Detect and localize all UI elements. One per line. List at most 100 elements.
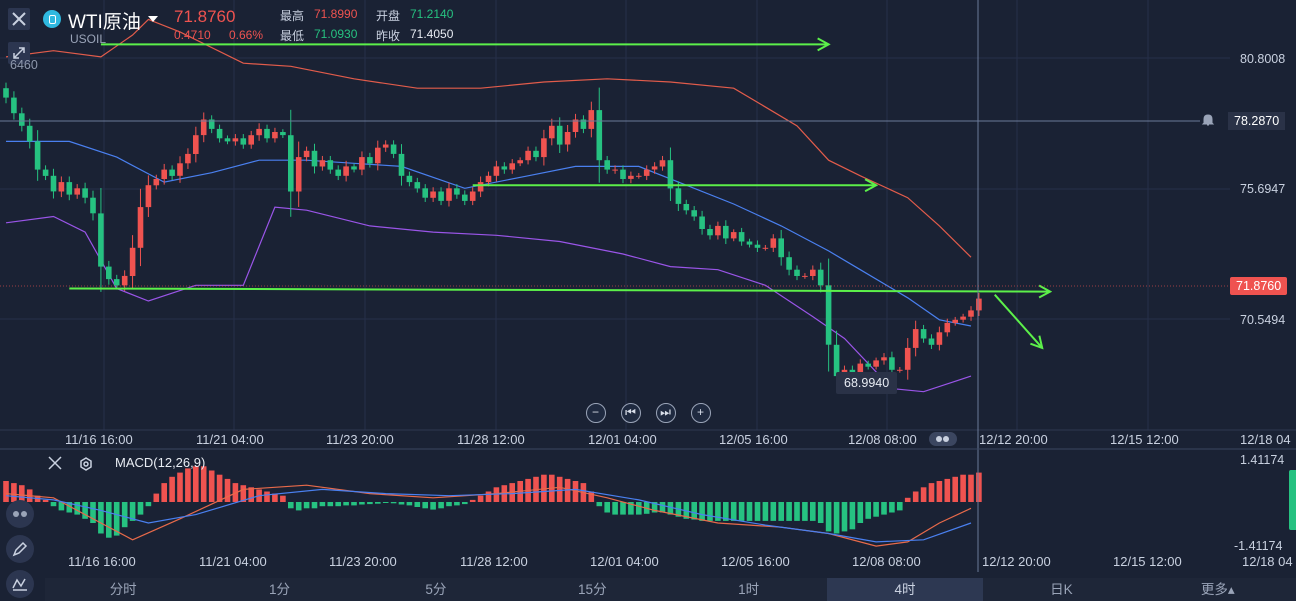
close-button[interactable] xyxy=(8,8,30,30)
candle-up xyxy=(517,160,523,164)
macd-histogram-bar xyxy=(889,502,895,513)
candle-down xyxy=(327,160,334,170)
pencil-icon[interactable] xyxy=(6,535,34,563)
macd-histogram-bar xyxy=(477,495,484,502)
zoom-out-button[interactable]: − xyxy=(586,403,606,423)
macd-histogram-bar xyxy=(849,502,856,530)
macd-histogram-bar xyxy=(604,502,610,513)
macd-close-icon[interactable] xyxy=(48,456,62,470)
chevron-down-icon[interactable] xyxy=(148,16,158,22)
tab-5m[interactable]: 5分 xyxy=(358,578,514,601)
macd-histogram-bar xyxy=(303,502,310,509)
price-chart[interactable] xyxy=(0,0,1296,601)
candle-down xyxy=(817,269,824,286)
macd-histogram-bar xyxy=(98,502,104,534)
macd-histogram-bar xyxy=(596,502,603,507)
candle-down xyxy=(50,175,57,192)
candle-down xyxy=(723,225,729,239)
candle-down xyxy=(604,160,610,170)
time-tick: 11/23 20:00 xyxy=(326,432,394,447)
candle-up xyxy=(509,163,515,170)
candle-up xyxy=(810,269,816,276)
macd-time-tick: 12/12 20:00 xyxy=(982,554,1051,569)
candle-down xyxy=(920,329,927,339)
candle-up xyxy=(952,319,958,323)
candle-up xyxy=(469,191,476,201)
candle-up xyxy=(319,160,326,167)
trendline xyxy=(994,294,1042,348)
candle-down xyxy=(351,166,357,170)
macd-histogram-bar xyxy=(620,502,626,515)
candle-down xyxy=(113,279,120,286)
candle-up xyxy=(295,157,302,192)
candle-down xyxy=(335,169,341,176)
tab-fenshi[interactable]: 分时 xyxy=(45,578,201,601)
jump-to-end-button[interactable]: ⏭ xyxy=(656,403,676,423)
macd-histogram-bar xyxy=(976,472,982,502)
macd-settings-icon[interactable] xyxy=(79,457,93,471)
macd-histogram-bar xyxy=(920,487,927,502)
macd-histogram-bar xyxy=(121,502,128,528)
candle-up xyxy=(359,157,365,170)
candle-up xyxy=(762,247,769,249)
macd-histogram-bar xyxy=(224,478,231,502)
candle-up xyxy=(612,169,618,171)
tab-1h[interactable]: 1时 xyxy=(671,578,827,601)
bell-icon[interactable] xyxy=(1201,113,1215,127)
candle-down xyxy=(224,138,231,142)
candle-down xyxy=(438,191,444,201)
macd-histogram-bar xyxy=(200,466,207,502)
candle-up xyxy=(944,322,951,333)
candle-up xyxy=(715,225,721,236)
tab-more[interactable]: 更多▴ xyxy=(1140,578,1296,601)
macd-histogram-bar xyxy=(351,502,357,506)
macd-histogram-bar xyxy=(556,476,563,502)
axis-label-top: 80.8008 xyxy=(1240,52,1286,66)
macd-histogram-bar xyxy=(469,499,476,502)
macd-histogram-bar xyxy=(446,502,452,507)
price-change-percent: 0.66% xyxy=(229,28,264,42)
axis-label-mid: 75.6947 xyxy=(1240,182,1286,196)
candle-down xyxy=(19,113,25,126)
macd-histogram-bar xyxy=(588,491,595,502)
prev-close-value: 71.4050 xyxy=(410,27,454,41)
tab-4h[interactable]: 4时 xyxy=(826,578,984,601)
macd-time-tick: 12/01 04:00 xyxy=(590,554,659,569)
indicator-tool-icon[interactable] xyxy=(6,500,34,528)
tab-1m[interactable]: 1分 xyxy=(201,578,357,601)
jump-to-start-button[interactable]: ⏮ xyxy=(621,403,641,423)
macd-histogram-bar xyxy=(422,502,428,509)
macd-histogram-bar xyxy=(762,502,769,521)
zoom-in-button[interactable]: + xyxy=(691,403,711,423)
candle-down xyxy=(707,229,713,236)
tab-15m[interactable]: 15分 xyxy=(514,578,670,601)
candle-up xyxy=(770,238,777,248)
macd-histogram-bar xyxy=(928,483,935,502)
time-tick: 12/18 04 xyxy=(1240,432,1291,447)
candle-up xyxy=(659,160,666,167)
more-dots-icon[interactable] xyxy=(929,432,957,446)
macd-histogram-bar xyxy=(50,502,57,507)
open-value: 71.2140 xyxy=(410,7,454,21)
candle-down xyxy=(280,132,286,136)
tab-daily[interactable]: 日K xyxy=(983,578,1139,601)
wave-tool-icon[interactable] xyxy=(6,570,34,598)
candle-down xyxy=(691,210,697,217)
candle-down xyxy=(390,144,397,154)
macd-histogram-bar xyxy=(746,502,753,521)
macd-time-tick: 12/05 16:00 xyxy=(721,554,790,569)
macd-histogram-bar xyxy=(857,502,864,523)
alert-price-tag[interactable]: 78.2870 xyxy=(1228,112,1286,130)
candle-down xyxy=(66,182,73,195)
macd-histogram-bar xyxy=(873,502,879,517)
candle-up xyxy=(303,150,310,158)
candle-down xyxy=(264,128,270,139)
macd-histogram-bar xyxy=(699,502,705,521)
macd-histogram-bar xyxy=(462,502,468,505)
time-tick: 12/15 12:00 xyxy=(1110,432,1179,447)
symbol-name[interactable]: WTI原油 xyxy=(68,7,141,34)
macd-histogram-bar xyxy=(770,502,777,521)
candle-down xyxy=(533,150,539,158)
macd-histogram-bar xyxy=(311,502,318,509)
axis-label-partial: 6460 xyxy=(10,58,38,72)
